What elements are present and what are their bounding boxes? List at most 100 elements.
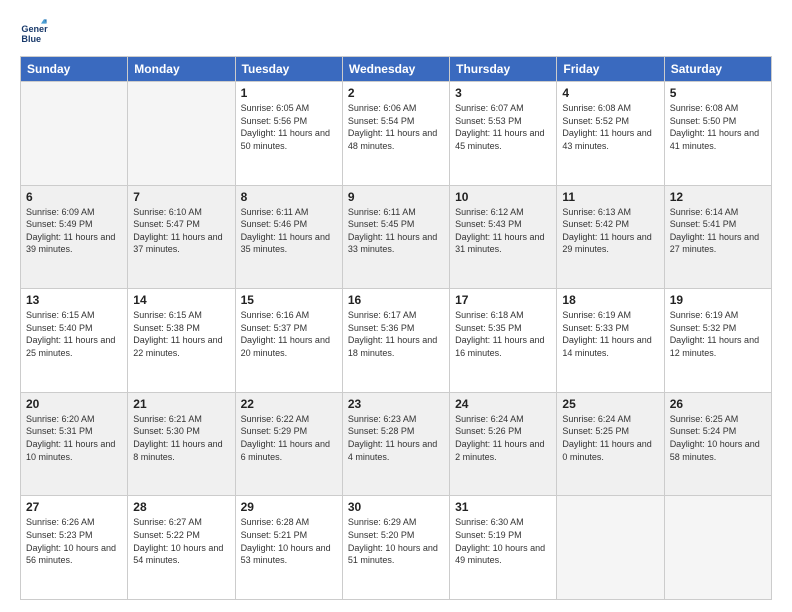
- day-info: Sunrise: 6:19 AMSunset: 5:32 PMDaylight:…: [670, 309, 766, 359]
- calendar-cell: 28 Sunrise: 6:27 AMSunset: 5:22 PMDayligh…: [128, 496, 235, 600]
- day-info: Sunrise: 6:18 AMSunset: 5:35 PMDaylight:…: [455, 309, 551, 359]
- calendar-cell: 11 Sunrise: 6:13 AMSunset: 5:42 PMDayligh…: [557, 185, 664, 289]
- day-info: Sunrise: 6:16 AMSunset: 5:37 PMDaylight:…: [241, 309, 337, 359]
- day-header-tuesday: Tuesday: [235, 57, 342, 82]
- calendar-cell: 30 Sunrise: 6:29 AMSunset: 5:20 PMDayligh…: [342, 496, 449, 600]
- calendar-cell: 18 Sunrise: 6:19 AMSunset: 5:33 PMDayligh…: [557, 289, 664, 393]
- day-number: 25: [562, 397, 658, 411]
- day-info: Sunrise: 6:27 AMSunset: 5:22 PMDaylight:…: [133, 516, 229, 566]
- calendar-cell: 27Sunrise: 6:26 AMSunset: 5:23 PMDayligh…: [21, 496, 128, 600]
- calendar-cell: 20 Sunrise: 6:20 AMSunset: 5:31 PMDayligh…: [21, 392, 128, 496]
- day-info: Sunrise: 6:24 AMSunset: 5:26 PMDaylight:…: [455, 413, 551, 463]
- day-info: Sunrise: 6:10 AMSunset: 5:47 PMDaylight:…: [133, 206, 229, 256]
- day-number: 23: [348, 397, 444, 411]
- calendar-cell: 3 Sunrise: 6:07 AMSunset: 5:53 PMDaylight…: [450, 82, 557, 186]
- page: General Blue SundayMondayTuesdayWednesda…: [0, 0, 792, 612]
- calendar-cell: 22 Sunrise: 6:22 AMSunset: 5:29 PMDayligh…: [235, 392, 342, 496]
- day-number: 29: [241, 500, 337, 514]
- calendar-cell: 16 Sunrise: 6:17 AMSunset: 5:36 PMDayligh…: [342, 289, 449, 393]
- day-number: 21: [133, 397, 229, 411]
- day-number: 22: [241, 397, 337, 411]
- calendar-cell: 29 Sunrise: 6:28 AMSunset: 5:21 PMDayligh…: [235, 496, 342, 600]
- day-info: Sunrise: 6:17 AMSunset: 5:36 PMDaylight:…: [348, 309, 444, 359]
- day-info: Sunrise: 6:07 AMSunset: 5:53 PMDaylight:…: [455, 102, 551, 152]
- day-number: 18: [562, 293, 658, 307]
- calendar-cell: 21 Sunrise: 6:21 AMSunset: 5:30 PMDayligh…: [128, 392, 235, 496]
- calendar-cell: [21, 82, 128, 186]
- calendar-cell: 23 Sunrise: 6:23 AMSunset: 5:28 PMDayligh…: [342, 392, 449, 496]
- calendar-cell: [557, 496, 664, 600]
- day-number: 28: [133, 500, 229, 514]
- calendar-week-5: 27Sunrise: 6:26 AMSunset: 5:23 PMDayligh…: [21, 496, 772, 600]
- calendar-cell: 13 Sunrise: 6:15 AMSunset: 5:40 PMDayligh…: [21, 289, 128, 393]
- day-header-saturday: Saturday: [664, 57, 771, 82]
- day-info: Sunrise: 6:28 AMSunset: 5:21 PMDaylight:…: [241, 516, 337, 566]
- calendar-cell: [128, 82, 235, 186]
- calendar-cell: 31Sunrise: 6:30 AMSunset: 5:19 PMDayligh…: [450, 496, 557, 600]
- day-info: Sunrise: 6:15 AMSunset: 5:40 PMDaylight:…: [26, 309, 122, 359]
- day-number: 1: [241, 86, 337, 100]
- day-number: 16: [348, 293, 444, 307]
- day-number: 31: [455, 500, 551, 514]
- calendar-header-row: SundayMondayTuesdayWednesdayThursdayFrid…: [21, 57, 772, 82]
- day-number: 9: [348, 190, 444, 204]
- day-number: 19: [670, 293, 766, 307]
- day-number: 13: [26, 293, 122, 307]
- day-number: 3: [455, 86, 551, 100]
- day-info: Sunrise: 6:19 AMSunset: 5:33 PMDaylight:…: [562, 309, 658, 359]
- calendar-cell: 10Sunrise: 6:12 AMSunset: 5:43 PMDayligh…: [450, 185, 557, 289]
- day-number: 11: [562, 190, 658, 204]
- day-info: Sunrise: 6:06 AMSunset: 5:54 PMDaylight:…: [348, 102, 444, 152]
- day-number: 5: [670, 86, 766, 100]
- day-header-sunday: Sunday: [21, 57, 128, 82]
- day-info: Sunrise: 6:11 AMSunset: 5:45 PMDaylight:…: [348, 206, 444, 256]
- calendar-cell: 4Sunrise: 6:08 AMSunset: 5:52 PMDaylight…: [557, 82, 664, 186]
- day-info: Sunrise: 6:20 AMSunset: 5:31 PMDaylight:…: [26, 413, 122, 463]
- calendar-cell: 12Sunrise: 6:14 AMSunset: 5:41 PMDayligh…: [664, 185, 771, 289]
- svg-text:General: General: [21, 24, 48, 34]
- day-info: Sunrise: 6:29 AMSunset: 5:20 PMDaylight:…: [348, 516, 444, 566]
- calendar-cell: 7 Sunrise: 6:10 AMSunset: 5:47 PMDaylight…: [128, 185, 235, 289]
- calendar-cell: 2 Sunrise: 6:06 AMSunset: 5:54 PMDaylight…: [342, 82, 449, 186]
- calendar-cell: 24 Sunrise: 6:24 AMSunset: 5:26 PMDayligh…: [450, 392, 557, 496]
- day-number: 14: [133, 293, 229, 307]
- svg-text:Blue: Blue: [21, 34, 41, 44]
- calendar-week-1: 1Sunrise: 6:05 AMSunset: 5:56 PMDaylight…: [21, 82, 772, 186]
- day-number: 2: [348, 86, 444, 100]
- day-info: Sunrise: 6:21 AMSunset: 5:30 PMDaylight:…: [133, 413, 229, 463]
- day-number: 30: [348, 500, 444, 514]
- day-number: 26: [670, 397, 766, 411]
- day-info: Sunrise: 6:12 AMSunset: 5:43 PMDaylight:…: [455, 206, 551, 256]
- day-info: Sunrise: 6:22 AMSunset: 5:29 PMDaylight:…: [241, 413, 337, 463]
- calendar-table: SundayMondayTuesdayWednesdayThursdayFrid…: [20, 56, 772, 600]
- day-info: Sunrise: 6:24 AMSunset: 5:25 PMDaylight:…: [562, 413, 658, 463]
- day-number: 15: [241, 293, 337, 307]
- day-header-friday: Friday: [557, 57, 664, 82]
- day-number: 7: [133, 190, 229, 204]
- day-number: 6: [26, 190, 122, 204]
- calendar-cell: 17 Sunrise: 6:18 AMSunset: 5:35 PMDayligh…: [450, 289, 557, 393]
- day-header-wednesday: Wednesday: [342, 57, 449, 82]
- logo: General Blue: [20, 18, 52, 46]
- day-number: 8: [241, 190, 337, 204]
- calendar-cell: 9 Sunrise: 6:11 AMSunset: 5:45 PMDaylight…: [342, 185, 449, 289]
- calendar-cell: 15 Sunrise: 6:16 AMSunset: 5:37 PMDayligh…: [235, 289, 342, 393]
- day-info: Sunrise: 6:23 AMSunset: 5:28 PMDaylight:…: [348, 413, 444, 463]
- calendar-week-4: 20 Sunrise: 6:20 AMSunset: 5:31 PMDayligh…: [21, 392, 772, 496]
- day-header-monday: Monday: [128, 57, 235, 82]
- calendar-cell: 25 Sunrise: 6:24 AMSunset: 5:25 PMDayligh…: [557, 392, 664, 496]
- day-info: Sunrise: 6:15 AMSunset: 5:38 PMDaylight:…: [133, 309, 229, 359]
- day-number: 17: [455, 293, 551, 307]
- calendar-cell: 6Sunrise: 6:09 AMSunset: 5:49 PMDaylight…: [21, 185, 128, 289]
- day-info: Sunrise: 6:08 AMSunset: 5:52 PMDaylight:…: [562, 102, 658, 152]
- calendar-cell: 1Sunrise: 6:05 AMSunset: 5:56 PMDaylight…: [235, 82, 342, 186]
- day-number: 24: [455, 397, 551, 411]
- day-number: 20: [26, 397, 122, 411]
- calendar-cell: 19 Sunrise: 6:19 AMSunset: 5:32 PMDayligh…: [664, 289, 771, 393]
- calendar-week-3: 13 Sunrise: 6:15 AMSunset: 5:40 PMDayligh…: [21, 289, 772, 393]
- day-header-thursday: Thursday: [450, 57, 557, 82]
- day-info: Sunrise: 6:11 AMSunset: 5:46 PMDaylight:…: [241, 206, 337, 256]
- day-info: Sunrise: 6:14 AMSunset: 5:41 PMDaylight:…: [670, 206, 766, 256]
- day-info: Sunrise: 6:13 AMSunset: 5:42 PMDaylight:…: [562, 206, 658, 256]
- day-number: 27: [26, 500, 122, 514]
